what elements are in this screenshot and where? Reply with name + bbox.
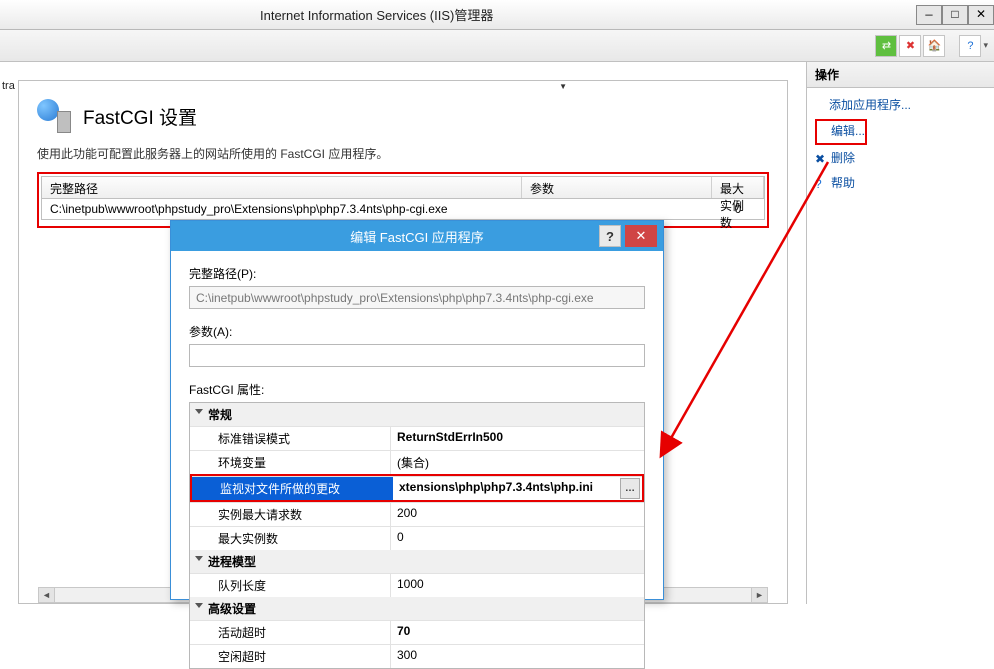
- home-icon[interactable]: 🏠: [923, 35, 945, 57]
- dialog-titlebar[interactable]: 编辑 FastCGI 应用程序 ? ✕: [171, 221, 663, 251]
- toolbar: ⇄ ✖ 🏠 ? ▾: [0, 30, 994, 62]
- close-button[interactable]: ✕: [968, 5, 994, 25]
- dialog-help-button[interactable]: ?: [599, 225, 621, 247]
- fastcgi-icon: [37, 99, 71, 133]
- window-title: Internet Information Services (IIS)管理器: [260, 5, 493, 24]
- cell-param: [522, 199, 712, 219]
- actions-panel: 操作 添加应用程序... 编辑... ✖删除 ?帮助: [806, 62, 994, 604]
- help-icon[interactable]: ?: [959, 35, 981, 57]
- dialog-title: 编辑 FastCGI 应用程序: [350, 227, 484, 246]
- full-path-label: 完整路径(P):: [189, 265, 645, 282]
- col-full-path[interactable]: 完整路径: [42, 177, 522, 198]
- delete-icon: ✖: [815, 152, 829, 166]
- action-help[interactable]: ?帮助: [815, 172, 986, 197]
- action-delete[interactable]: ✖删除: [815, 147, 986, 172]
- dialog-body: 完整路径(P): 参数(A): FastCGI 属性: 常规 标准错误模式 Re…: [171, 251, 663, 669]
- action-delete-label: 删除: [831, 151, 855, 165]
- property-grid[interactable]: 常规 标准错误模式 ReturnStdErrIn500 环境变量 (集合) 监视…: [189, 402, 645, 669]
- help-small-icon: ?: [815, 177, 829, 191]
- page-description: 使用此功能可配置此服务器上的网站所使用的 FastCGI 应用程序。: [37, 145, 769, 162]
- connect-icon[interactable]: ⇄: [875, 35, 897, 57]
- col-params[interactable]: 参数: [522, 177, 712, 198]
- sort-indicator-icon: ▼: [559, 82, 567, 91]
- table-row[interactable]: C:\inetpub\wwwroot\phpstudy_pro\Extensio…: [41, 198, 765, 220]
- action-add-application[interactable]: 添加应用程序...: [815, 94, 986, 119]
- category-process[interactable]: 进程模型: [190, 550, 644, 573]
- window-titlebar: Internet Information Services (IIS)管理器 —…: [0, 0, 994, 30]
- dialog-close-button[interactable]: ✕: [625, 225, 657, 247]
- stop-icon[interactable]: ✖: [899, 35, 921, 57]
- prop-env-vars[interactable]: 环境变量 (集合): [190, 450, 644, 474]
- action-edit-wrap: 编辑...: [815, 119, 986, 147]
- page-header: FastCGI 设置: [37, 99, 769, 133]
- props-label: FastCGI 属性:: [189, 381, 645, 398]
- cell-path: C:\inetpub\wwwroot\phpstudy_pro\Extensio…: [42, 199, 522, 219]
- col-max-instances[interactable]: 最大实例数: [712, 177, 764, 198]
- edit-fastcgi-dialog: 编辑 FastCGI 应用程序 ? ✕ 完整路径(P): 参数(A): Fast…: [170, 220, 664, 600]
- monitor-changes-annotation-box: 监视对文件所做的更改 xtensions\php\php7.3.4nts\php…: [190, 474, 644, 502]
- grid-header[interactable]: 完整路径 参数 最大实例数 ▼: [41, 176, 765, 198]
- actions-title: 操作: [807, 62, 994, 88]
- minimize-button[interactable]: —: [916, 5, 942, 25]
- prop-idle-timeout[interactable]: 空闲超时 300: [190, 644, 644, 668]
- scroll-right-icon[interactable]: ►: [751, 588, 767, 602]
- params-label: 参数(A):: [189, 323, 645, 340]
- prop-activity-timeout[interactable]: 活动超时 70: [190, 620, 644, 644]
- prop-queue-length[interactable]: 队列长度 1000: [190, 573, 644, 597]
- prop-stderr-mode[interactable]: 标准错误模式 ReturnStdErrIn500: [190, 426, 644, 450]
- page-title: FastCGI 设置: [83, 103, 197, 130]
- prop-monitor-changes[interactable]: 监视对文件所做的更改 xtensions\php\php7.3.4nts\php…: [192, 476, 642, 500]
- action-edit[interactable]: 编辑...: [815, 119, 867, 145]
- prop-max-instances[interactable]: 最大实例数 0: [190, 526, 644, 550]
- maximize-button[interactable]: □: [942, 5, 968, 25]
- full-path-input[interactable]: [189, 286, 645, 309]
- scroll-left-icon[interactable]: ◄: [39, 588, 55, 602]
- window-controls: — □ ✕: [916, 5, 994, 25]
- category-advanced[interactable]: 高级设置: [190, 597, 644, 620]
- monitor-changes-value: xtensions\php\php7.3.4nts\php.ini: [399, 480, 593, 494]
- category-general[interactable]: 常规: [190, 403, 644, 426]
- browse-button[interactable]: …: [620, 478, 640, 499]
- action-help-label: 帮助: [831, 176, 855, 190]
- prop-max-requests[interactable]: 实例最大请求数 200: [190, 502, 644, 526]
- params-input[interactable]: [189, 344, 645, 367]
